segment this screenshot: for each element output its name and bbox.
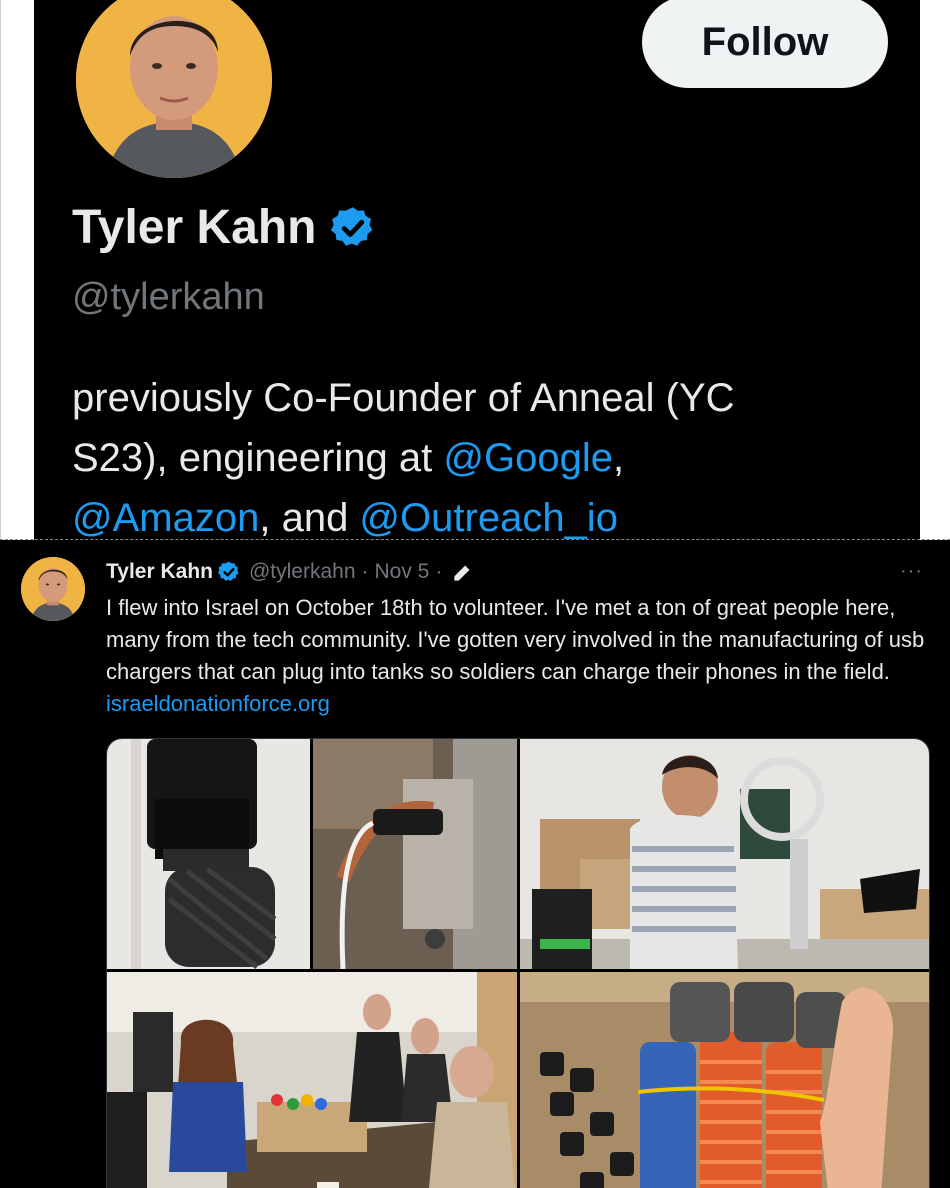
photo-charger-in-tank[interactable]	[313, 739, 517, 969]
bio-line-1: previously Co-Founder of Anneal (YC	[72, 376, 735, 420]
profile-bio: previously Co-Founder of Anneal (YC S23)…	[72, 368, 892, 540]
verified-badge-icon[interactable]	[217, 560, 241, 584]
more-options-icon[interactable]: ···	[900, 560, 923, 583]
bio-text: S23), engineering at	[72, 436, 444, 480]
usb-charger-closeup-photo-icon	[107, 739, 310, 969]
bio-and: , and	[259, 496, 360, 540]
man-at-drill-press-photo-icon	[520, 739, 929, 969]
verified-badge-icon[interactable]	[329, 204, 377, 252]
tweet[interactable]: Tyler Kahn @tylerkahn · Nov 5 · ··· I fl…	[0, 540, 950, 1188]
profile-avatar[interactable]	[72, 0, 276, 182]
edited-pencil-icon[interactable]	[450, 559, 476, 585]
meta-separator: ·	[435, 560, 443, 583]
photo-volunteers-group[interactable]	[107, 972, 517, 1188]
mention-amazon-link[interactable]: @Amazon	[72, 496, 259, 540]
avatar-portrait-icon	[76, 0, 272, 178]
volunteers-group-table-photo-icon	[107, 972, 517, 1188]
profile-display-name: Tyler Kahn	[72, 201, 317, 254]
tweet-header: Tyler Kahn @tylerkahn · Nov 5 ·	[106, 556, 476, 588]
photo-man-at-drill-press[interactable]	[520, 739, 929, 969]
photo-usb-charger-closeup[interactable]	[107, 739, 310, 969]
charger-in-tank-socket-photo-icon	[313, 739, 517, 969]
tweet-link[interactable]: israeldonationforce.org	[106, 691, 330, 716]
media-grid	[106, 738, 930, 1188]
profile-header: Follow Tyler Kahn @tylerkahn previously …	[34, 0, 920, 540]
bio-comma: ,	[612, 436, 625, 480]
tweet-text: I flew into Israel on October 18th to vo…	[106, 592, 938, 720]
screenshot-edge	[0, 0, 1, 540]
tweet-author-name[interactable]: Tyler Kahn	[106, 560, 213, 584]
mention-google-link[interactable]: @Google	[443, 436, 613, 480]
box-of-chargers-photo-icon	[520, 972, 929, 1188]
photo-box-of-chargers[interactable]	[520, 972, 929, 1188]
profile-name-row: Tyler Kahn	[72, 200, 377, 255]
tweet-handle[interactable]: @tylerkahn	[249, 560, 356, 584]
avatar-portrait-icon	[21, 557, 85, 621]
profile-handle: @tylerkahn	[72, 276, 265, 318]
follow-button[interactable]: Follow	[642, 0, 888, 88]
tweet-avatar[interactable]	[21, 557, 85, 621]
mention-outreach-link[interactable]: @Outreach_io	[359, 496, 618, 540]
meta-separator: ·	[361, 560, 369, 583]
tweet-body: I flew into Israel on October 18th to vo…	[106, 595, 925, 684]
tweet-date[interactable]: Nov 5	[375, 560, 430, 584]
